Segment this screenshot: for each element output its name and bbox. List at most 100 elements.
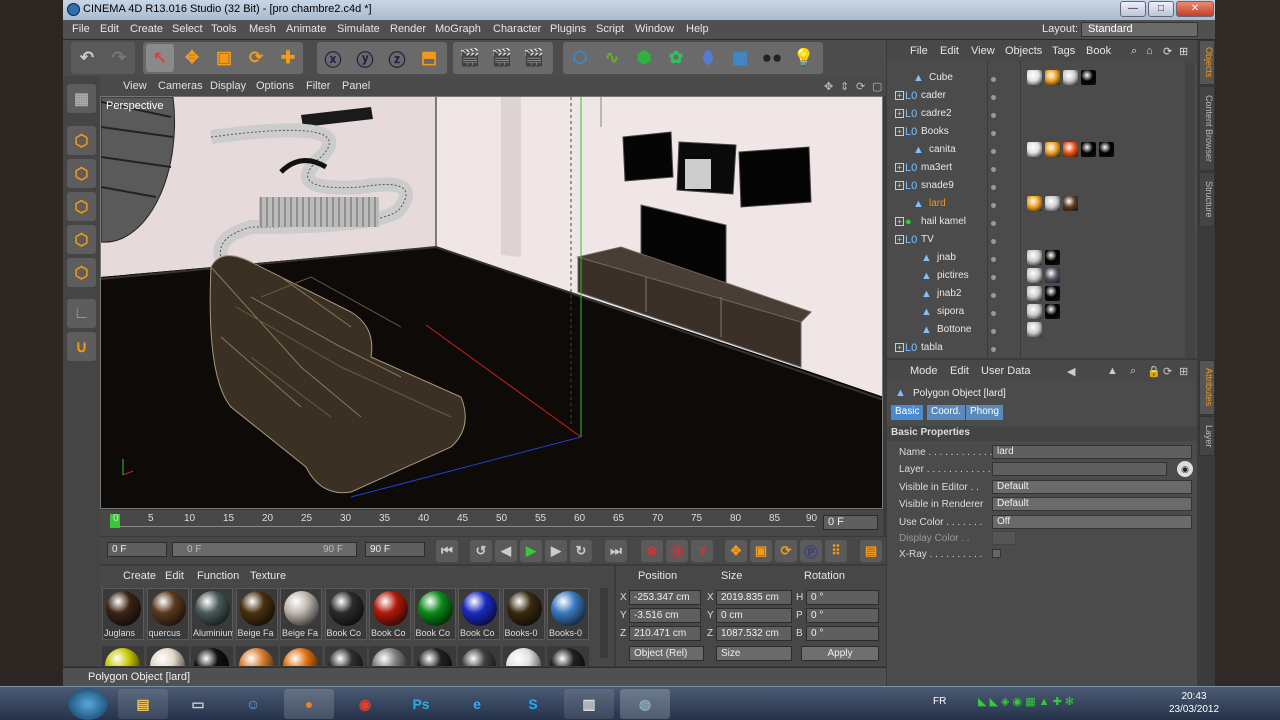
expand-toggle-icon[interactable]: + bbox=[895, 91, 904, 100]
object-name[interactable]: Books bbox=[921, 126, 949, 137]
object-row[interactable]: ▲ lard bbox=[887, 195, 1185, 213]
object-menu-view[interactable]: View bbox=[971, 45, 995, 57]
material-tag-icon[interactable] bbox=[1027, 268, 1042, 283]
firefox-taskbar-icon[interactable]: ● bbox=[284, 689, 334, 719]
object-row[interactable]: + L0 snade9 bbox=[887, 177, 1185, 195]
material-tag-icon[interactable] bbox=[1045, 250, 1060, 265]
model-mode-icon[interactable]: ⬡ bbox=[67, 126, 96, 155]
menu-create[interactable]: Create bbox=[130, 23, 163, 35]
visibility-dots-icon[interactable] bbox=[991, 253, 1005, 263]
menu-character[interactable]: Character bbox=[493, 23, 541, 35]
visibility-dots-icon[interactable] bbox=[991, 91, 1005, 101]
material-menu-texture[interactable]: Texture bbox=[250, 570, 286, 582]
display-color-swatch[interactable] bbox=[992, 531, 1016, 545]
system-clock[interactable]: 20:43 23/03/2012 bbox=[1164, 690, 1224, 716]
tab-coord[interactable]: Coord. bbox=[927, 405, 966, 420]
skype-taskbar-icon[interactable]: S bbox=[508, 689, 558, 719]
material-swatch[interactable]: Book Co bbox=[413, 588, 456, 640]
object-name[interactable]: canita bbox=[929, 144, 956, 155]
xray-checkbox[interactable] bbox=[992, 549, 1001, 558]
tab-basic[interactable]: Basic bbox=[891, 405, 924, 420]
object-row[interactable]: ▲ canita bbox=[887, 141, 1185, 159]
material-swatch[interactable] bbox=[413, 646, 456, 666]
menu-tools[interactable]: Tools bbox=[211, 23, 237, 35]
points-mode-icon[interactable]: ⬡ bbox=[67, 192, 96, 221]
material-tag-icon[interactable] bbox=[1045, 304, 1060, 319]
z-axis-lock-icon[interactable]: ⓩ bbox=[383, 44, 411, 72]
menu-simulate[interactable]: Simulate bbox=[337, 23, 380, 35]
layer-picker-icon[interactable]: ◉ bbox=[1177, 461, 1193, 477]
visibility-dots-icon[interactable] bbox=[991, 289, 1005, 299]
object-menu-tags[interactable]: Tags bbox=[1052, 45, 1075, 57]
make-editable-icon[interactable]: ▦ bbox=[67, 84, 96, 113]
history-icon[interactable]: ⟳ bbox=[1163, 365, 1172, 378]
menu-animate[interactable]: Animate bbox=[286, 23, 326, 35]
object-row[interactable]: + L0 Books bbox=[887, 123, 1185, 141]
search-icon[interactable]: ⌕ bbox=[1130, 365, 1136, 378]
visibility-dots-icon[interactable] bbox=[991, 163, 1005, 173]
viewport-rotate-icon[interactable]: ⟳ bbox=[856, 80, 865, 93]
snap-icon[interactable]: ∪ bbox=[67, 332, 96, 361]
material-swatch[interactable]: Books-0 bbox=[502, 588, 545, 640]
material-tag-icon[interactable] bbox=[1063, 142, 1078, 157]
workplane-icon[interactable]: ∟ bbox=[67, 299, 96, 328]
rot-b-field[interactable]: 0 ° bbox=[806, 626, 879, 641]
side-tab-structure[interactable]: Structure bbox=[1199, 172, 1215, 227]
viewport-zoom-icon[interactable]: ⇕ bbox=[840, 80, 849, 93]
material-swatch[interactable] bbox=[191, 646, 233, 666]
apply-button[interactable]: Apply bbox=[801, 646, 879, 661]
expand-toggle-icon[interactable]: + bbox=[895, 109, 904, 118]
expand-toggle-icon[interactable]: + bbox=[895, 343, 904, 352]
side-tab-content-browser[interactable]: Content Browser bbox=[1199, 86, 1215, 171]
material-tag-icon[interactable] bbox=[1027, 196, 1042, 211]
record-pla-icon[interactable]: ⠿ bbox=[825, 540, 847, 562]
menu-render[interactable]: Render bbox=[390, 23, 426, 35]
tab-phong[interactable]: Phong bbox=[966, 405, 1003, 420]
material-tag-icon[interactable] bbox=[1027, 70, 1042, 85]
material-swatch[interactable] bbox=[235, 646, 278, 666]
x-axis-lock-icon[interactable]: ⓧ bbox=[319, 44, 347, 72]
start-button-icon[interactable] bbox=[68, 688, 108, 720]
pos-z-field[interactable]: 210.471 cm bbox=[629, 626, 701, 641]
expand-toggle-icon[interactable]: + bbox=[895, 163, 904, 172]
expand-toggle-icon[interactable]: + bbox=[895, 127, 904, 136]
texture-mode-icon[interactable]: ⬡ bbox=[67, 159, 96, 188]
chrome-taskbar-icon[interactable]: ◉ bbox=[340, 689, 390, 719]
up-arrow-icon[interactable]: ▲ bbox=[1107, 365, 1118, 377]
frame-range-slider[interactable]: 0 F 90 F bbox=[172, 542, 357, 557]
array-icon[interactable]: ✿ bbox=[662, 44, 690, 72]
viewport-menu-view[interactable]: View bbox=[123, 80, 147, 92]
object-name[interactable]: ma3ert bbox=[921, 162, 952, 173]
material-tag-icon[interactable] bbox=[1027, 322, 1042, 337]
previous-key-icon[interactable]: ↺ bbox=[470, 540, 492, 562]
cinema4d-taskbar-icon[interactable]: ◍ bbox=[620, 689, 670, 719]
object-row[interactable]: ▲ jnab bbox=[887, 249, 1185, 267]
record-scale-icon[interactable]: ▣ bbox=[750, 540, 772, 562]
visibility-dots-icon[interactable] bbox=[991, 199, 1005, 209]
material-menu-edit[interactable]: Edit bbox=[165, 570, 184, 582]
record-active-icon[interactable]: ⊛ bbox=[641, 540, 663, 562]
visibility-dots-icon[interactable] bbox=[991, 235, 1005, 245]
visibility-dots-icon[interactable] bbox=[991, 271, 1005, 281]
visibility-dots-icon[interactable] bbox=[991, 181, 1005, 191]
timeline-ruler[interactable]: 0 5 10 15 20 25 30 35 40 45 50 55 60 65 … bbox=[100, 510, 883, 536]
attr-menu-mode[interactable]: Mode bbox=[910, 365, 938, 377]
camera-icon[interactable]: ●● bbox=[758, 44, 786, 72]
object-name[interactable]: lard bbox=[929, 198, 946, 209]
material-scrollbar[interactable] bbox=[600, 588, 608, 658]
coordinate-mode-select[interactable]: Object (Rel) bbox=[629, 646, 704, 661]
render-picture-viewer-icon[interactable]: 🎬 bbox=[488, 44, 516, 72]
spline-icon[interactable]: ∿ bbox=[598, 44, 626, 72]
material-swatch[interactable]: Book Co bbox=[369, 588, 411, 640]
home-icon[interactable]: ⌂ bbox=[1146, 45, 1153, 57]
language-indicator[interactable]: FR bbox=[933, 696, 946, 707]
material-tag-icon[interactable] bbox=[1027, 286, 1042, 301]
material-swatch[interactable]: Books-0 bbox=[547, 588, 589, 640]
material-menu-create[interactable]: Create bbox=[123, 570, 156, 582]
material-swatch[interactable]: Book Co bbox=[458, 588, 500, 640]
edges-mode-icon[interactable]: ⬡ bbox=[67, 225, 96, 254]
material-tag-icon[interactable] bbox=[1045, 268, 1060, 283]
object-scrollbar[interactable] bbox=[1185, 62, 1195, 358]
side-tab-layer[interactable]: Layer bbox=[1199, 416, 1215, 456]
material-swatch[interactable]: Juglans bbox=[102, 588, 144, 640]
